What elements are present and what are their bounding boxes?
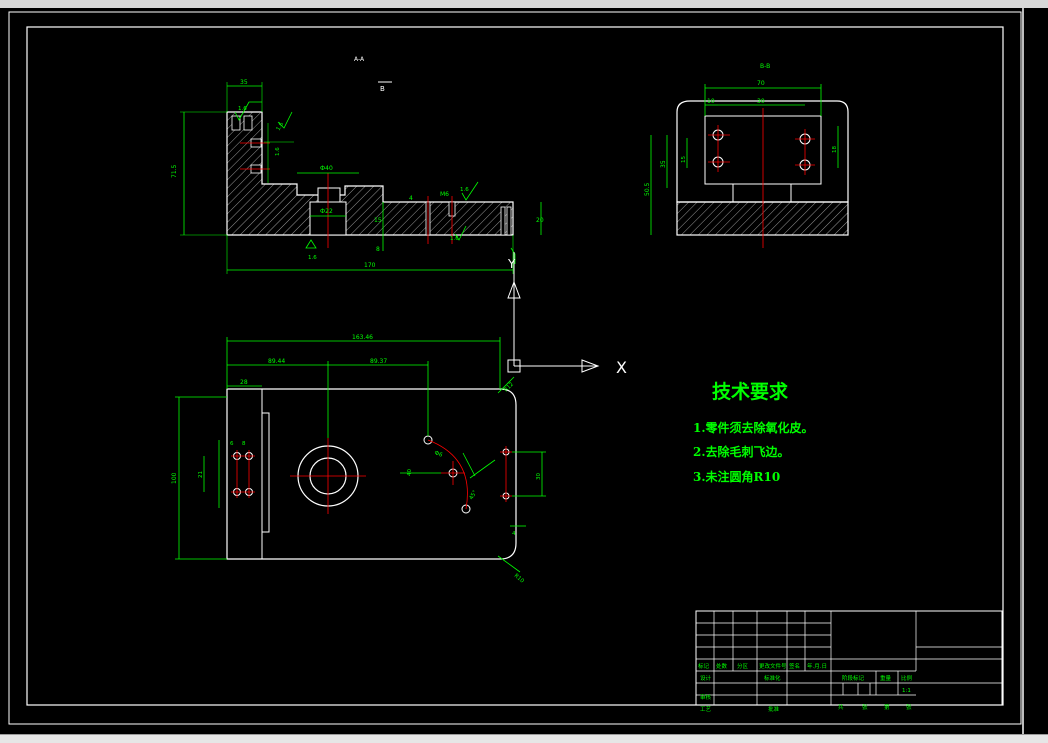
dim-side-50-5: 50.5 [644, 182, 651, 196]
dim-21: 21 [198, 471, 204, 478]
svg-text:设计: 设计 [700, 674, 712, 682]
svg-text:批准: 批准 [768, 705, 780, 713]
dim-163-46: 163.46 [352, 334, 373, 341]
dim-side-35: 35 [660, 160, 667, 168]
svg-text:共: 共 [838, 703, 844, 711]
drawing-canvas[interactable]: A-A B 35 71.5 170 20 Ф40 Ф22 15 8 4 M6 1… [0, 8, 1022, 734]
dim-side-30: 30 [757, 98, 765, 105]
svg-text:年.月.日: 年.月.日 [807, 662, 827, 670]
view-marker: B [380, 85, 385, 93]
dim-28: 28 [240, 379, 248, 386]
dim-side-10: 10 [707, 98, 715, 105]
roughness-4: 1.6 [450, 236, 459, 242]
section-bb-label: B-B [760, 63, 770, 70]
dim-m6: M6 [440, 191, 449, 198]
tech-req-item-2: 2.去除毛刺飞边。 [693, 444, 790, 459]
svg-text:标记: 标记 [698, 662, 710, 670]
svg-text:分区: 分区 [737, 662, 749, 670]
svg-text:1:1: 1:1 [902, 688, 911, 694]
svg-text:标准化: 标准化 [764, 674, 781, 682]
dim-170: 170 [364, 262, 376, 269]
counterbore-top [317, 187, 341, 203]
dim-89-44: 89.44 [268, 358, 285, 365]
dim-side-18: 18 [832, 146, 838, 153]
axis-x-label: X [616, 358, 627, 377]
dim-100: 100 [171, 472, 178, 484]
dim-40: 40 [407, 469, 413, 476]
svg-text:张: 张 [862, 703, 868, 711]
svg-text:工艺: 工艺 [700, 706, 712, 713]
dim-8: 8 [376, 246, 380, 253]
plan-outline [226, 388, 517, 560]
svg-text:处数: 处数 [716, 662, 728, 670]
cad-drawing: A-A B 35 71.5 170 20 Ф40 Ф22 15 8 4 M6 1… [8, 11, 1022, 725]
dim-30: 30 [536, 473, 542, 480]
svg-text:张: 张 [906, 703, 912, 711]
front-section-view: A-A B 35 71.5 170 20 Ф40 Ф22 15 8 4 M6 1… [171, 56, 544, 274]
title-block: 标记 处数 分区 更改文件号 签名 年.月.日 设计 标准化 阶段标记 重量 比… [695, 610, 1003, 713]
dim-8-plan: 8 [242, 441, 246, 447]
dim-71-5: 71.5 [171, 164, 178, 178]
dim-15: 15 [374, 217, 382, 224]
dim-side-15: 15 [681, 156, 687, 163]
dim-45-deg: 45° [469, 489, 479, 501]
dim-dia22: Ф22 [320, 208, 333, 215]
roughness-2: 1.6 [276, 121, 286, 132]
tech-req-title: 技术要求 [712, 380, 789, 403]
roughness-3: 1.6 [308, 255, 317, 261]
dim-20: 20 [536, 217, 544, 224]
front-section-body [226, 111, 514, 236]
side-section-view: B-B 70 30 10 35 50.5 18 15 [644, 63, 849, 248]
dim-4: 4 [409, 195, 413, 202]
roughness-5: 1.6 [460, 187, 469, 193]
vertical-scrollbar[interactable] [1022, 8, 1048, 734]
dim-dia40: Ф40 [320, 165, 333, 172]
side-view-base [676, 201, 849, 236]
roughness-6: 1.6 [275, 147, 281, 156]
dim-r12: R12 [503, 382, 515, 394]
dim-35: 35 [240, 79, 248, 86]
technical-requirements: 技术要求 1.零件须去除氧化皮。 2.去除毛刺飞边。 3.未注圆角R10 [693, 380, 814, 484]
svg-text:审核: 审核 [700, 693, 712, 701]
svg-text:第: 第 [884, 703, 890, 711]
ucs-axis-icon: X Y [507, 252, 627, 377]
svg-text:阶段标记: 阶段标记 [842, 674, 865, 682]
axis-y-label: Y [507, 257, 516, 271]
roughness-1: 1.6 [238, 106, 247, 112]
tech-req-item-1: 1.零件须去除氧化皮。 [693, 420, 814, 435]
sheet-outer-border [8, 11, 1022, 725]
dim-r10: R10 [513, 573, 526, 585]
dim-6: 6 [230, 441, 234, 447]
dim-side-70: 70 [757, 80, 765, 87]
tech-req-item-3: 3.未注圆角R10 [693, 469, 780, 484]
dim-89-37: 89.37 [370, 358, 387, 365]
svg-text:签名: 签名 [789, 662, 800, 670]
dim-dia6: Ф6 [433, 450, 443, 459]
section-aa-label: A-A [354, 56, 365, 63]
dim-4-plan: 4 [512, 531, 516, 537]
svg-text:更改文件号: 更改文件号 [759, 662, 787, 670]
svg-text:比例: 比例 [901, 674, 913, 682]
plan-view: 163.46 89.44 89.37 28 100 21 6 8 40 Ф6 R… [171, 334, 546, 585]
svg-text:重量: 重量 [880, 674, 892, 682]
